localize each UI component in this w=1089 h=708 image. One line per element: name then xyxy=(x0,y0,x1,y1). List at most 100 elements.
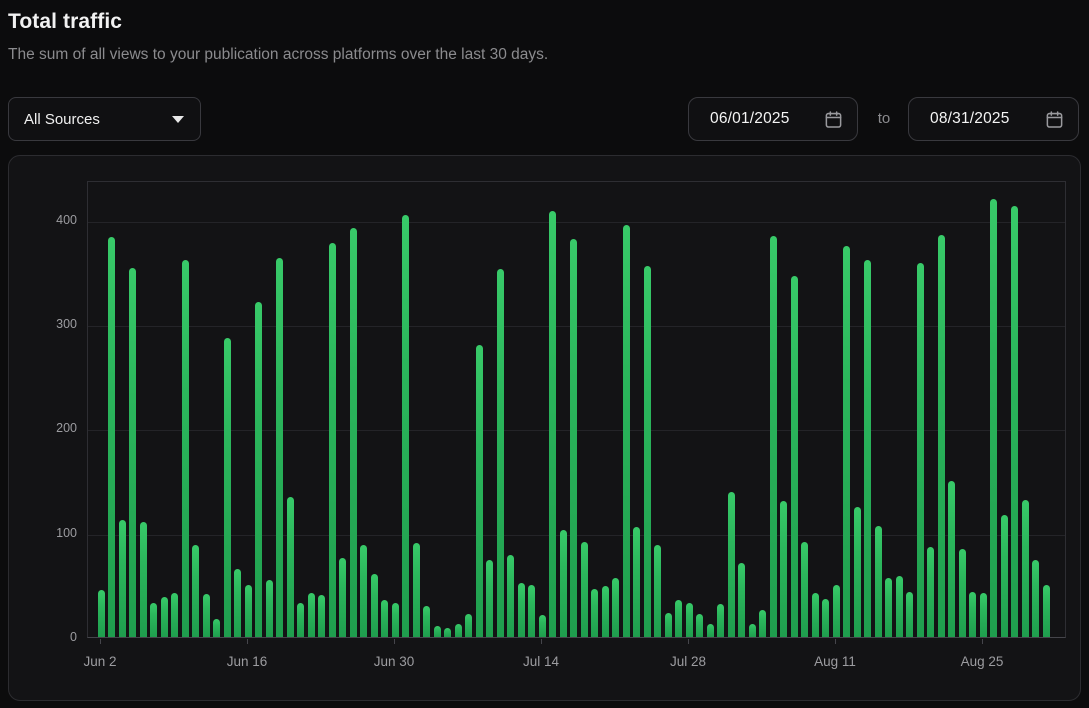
bar xyxy=(454,624,462,637)
bar xyxy=(160,597,168,637)
bar xyxy=(192,545,199,637)
bar xyxy=(139,522,147,637)
bar xyxy=(517,582,525,637)
gridline xyxy=(88,221,1065,223)
x-axis-tick xyxy=(247,639,248,644)
date-range-end-input[interactable]: 08/31/2025 xyxy=(908,97,1079,141)
caret-down-icon xyxy=(172,115,184,123)
bar xyxy=(223,337,231,637)
bar xyxy=(717,603,724,637)
date-range-end-value: 08/31/2025 xyxy=(930,110,1010,127)
bar xyxy=(286,497,294,637)
y-axis-label: 200 xyxy=(56,421,77,436)
bar xyxy=(780,501,787,637)
bar xyxy=(906,592,913,637)
plot-area xyxy=(87,181,1066,638)
y-axis-label: 100 xyxy=(56,525,77,540)
bar xyxy=(475,344,483,637)
x-axis-label: Aug 11 xyxy=(814,654,856,669)
bar xyxy=(990,198,997,637)
bar xyxy=(696,614,703,637)
bar xyxy=(181,260,189,637)
bar xyxy=(496,268,504,637)
bar xyxy=(559,529,567,637)
bar xyxy=(811,593,819,637)
bar xyxy=(171,593,178,637)
bar xyxy=(664,613,672,637)
date-range-start-input[interactable]: 06/01/2025 xyxy=(688,97,858,141)
bar xyxy=(318,595,325,637)
bar xyxy=(832,584,840,637)
page-title: Total traffic xyxy=(8,10,123,33)
bar xyxy=(265,579,273,637)
calendar-icon[interactable] xyxy=(1045,110,1064,129)
bar xyxy=(969,592,976,637)
source-filter-dropdown[interactable]: All Sources xyxy=(8,97,201,141)
x-axis-tick xyxy=(835,639,836,644)
bar xyxy=(1042,584,1050,637)
bar xyxy=(244,584,252,637)
bar xyxy=(297,602,304,637)
bar xyxy=(486,559,493,637)
bar xyxy=(423,605,430,637)
bar xyxy=(622,224,630,637)
bar xyxy=(528,584,535,637)
x-axis-label: Jun 30 xyxy=(373,654,415,669)
x-axis-tick xyxy=(541,639,542,644)
bar xyxy=(675,600,682,637)
bar xyxy=(549,211,556,637)
bar xyxy=(276,258,283,637)
date-range-start-value: 06/01/2025 xyxy=(710,110,790,127)
bar xyxy=(349,228,357,637)
bar xyxy=(864,260,871,637)
source-filter-value: All Sources xyxy=(24,110,100,128)
bar xyxy=(822,599,829,637)
x-axis-label: Aug 25 xyxy=(960,654,1004,669)
bar xyxy=(643,265,651,637)
date-range-separator: to xyxy=(877,110,891,127)
bar xyxy=(748,624,756,637)
bar xyxy=(738,562,745,637)
bar xyxy=(685,602,693,637)
bar xyxy=(360,545,367,637)
bar xyxy=(1021,500,1029,637)
traffic-chart-card: 0 100 200 300 400 Jun 2 Jun 16 Jun 30 Jul 14 Jul … xyxy=(8,155,1081,701)
bar xyxy=(118,520,126,637)
bar xyxy=(328,242,336,637)
bar xyxy=(150,602,157,637)
x-axis-tick xyxy=(982,639,983,644)
bar xyxy=(874,526,882,637)
bar xyxy=(727,491,735,637)
bar xyxy=(1032,559,1039,637)
bar xyxy=(129,267,136,637)
bar xyxy=(202,594,210,637)
bar xyxy=(895,576,903,637)
bar xyxy=(801,542,808,637)
bar xyxy=(706,624,714,637)
bar xyxy=(654,545,661,637)
bar xyxy=(1011,206,1018,637)
y-axis-label: 300 xyxy=(56,316,77,331)
y-axis-label: 0 xyxy=(70,630,77,644)
bar xyxy=(580,542,588,637)
page-subtitle: The sum of all views to your publication… xyxy=(8,46,549,63)
bar xyxy=(307,593,315,637)
bar xyxy=(843,245,850,637)
bar xyxy=(948,480,955,637)
calendar-icon[interactable] xyxy=(824,110,843,129)
bar xyxy=(339,557,346,637)
bar xyxy=(507,554,514,637)
bar xyxy=(601,585,609,637)
bar xyxy=(444,627,451,637)
bar xyxy=(979,593,987,637)
bar xyxy=(213,619,220,637)
x-axis-label: Jun 16 xyxy=(226,654,268,669)
bar xyxy=(234,569,241,637)
bar xyxy=(381,600,388,637)
bar xyxy=(958,549,966,637)
bar xyxy=(97,590,105,637)
bar xyxy=(790,276,798,637)
bar xyxy=(402,215,409,637)
x-axis-tick xyxy=(394,639,395,644)
y-axis-label: 400 xyxy=(56,212,77,227)
